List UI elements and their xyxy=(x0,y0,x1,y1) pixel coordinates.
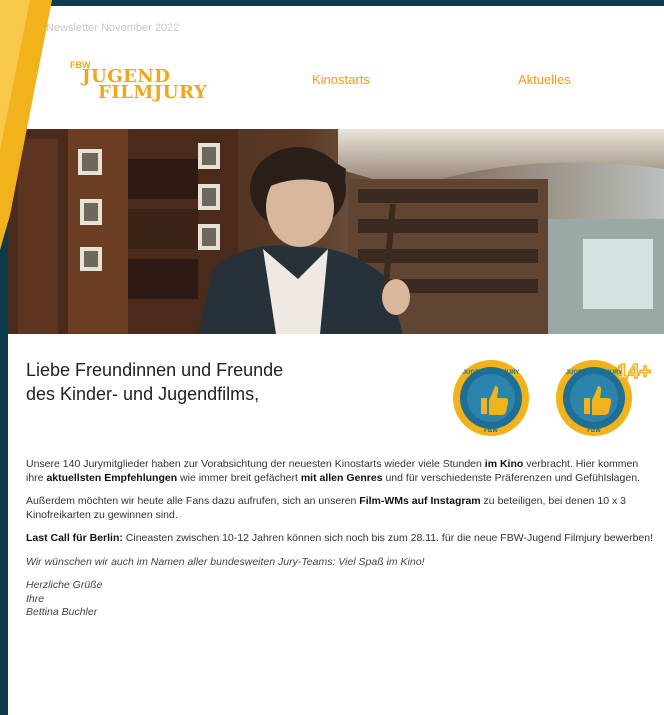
logo[interactable]: FBW JUGEND FILMJURY xyxy=(70,60,210,106)
jugend-filmjury-badge: JUGEND FILMJURY FBW xyxy=(451,358,531,438)
paragraph-wishes: Wir wünschen wir auch im Namen aller bun… xyxy=(26,555,425,568)
newsletter-body: Unsere 140 Jurymitglieder haben zur Vora… xyxy=(26,458,656,620)
thumbs-up-badge-icon: JUGEND FILMJURY FBW xyxy=(453,360,529,436)
paragraph-instagram: Außerdem möchten wir heute alle Fans daz… xyxy=(26,495,626,521)
nav-aktuelles[interactable]: Aktuelles xyxy=(518,72,571,87)
hero-image xyxy=(8,129,664,334)
preheader-text: Newsletter November 2022 xyxy=(46,22,180,34)
signoff: Herzliche Grüße Ihre Bettina Buchler xyxy=(26,579,103,618)
logo-line2: FILMJURY xyxy=(98,82,208,103)
greeting-heading: Liebe Freundinnen und Freunde des Kinder… xyxy=(26,358,283,406)
badge-ring-text: JUGEND FILMJURY xyxy=(463,370,519,376)
badge-bottom-text: FBW xyxy=(587,428,601,434)
instagram-link[interactable]: Film-WMs auf Instagram xyxy=(359,495,480,507)
jugend-filmjury-14-badge: JUGEND FILMJURY FBW 14+ xyxy=(554,358,654,438)
greeting-line1: Liebe Freundinnen und Freunde xyxy=(26,360,284,380)
badge-bottom-text: FBW xyxy=(484,428,498,434)
greeting-line2: des Kinder- und Jugendfilms, xyxy=(26,384,260,404)
newsletter-card: Newsletter November 2022 FBW JUGEND FILM… xyxy=(8,6,664,715)
email-frame: Newsletter November 2022 FBW JUGEND FILM… xyxy=(0,0,664,715)
paragraph-intro: Unsere 140 Jurymitglieder haben zur Vora… xyxy=(26,458,640,484)
paragraph-berlin: Last Call für Berlin: Cineasten zwischen… xyxy=(26,532,654,544)
thumbs-up-14-badge-icon: JUGEND FILMJURY FBW 14+ xyxy=(556,360,652,436)
badge-ring-text: JUGEND FILMJURY xyxy=(566,370,622,376)
nav-kinostarts[interactable]: Kinostarts xyxy=(312,72,370,87)
age-rating-label: 14+ xyxy=(617,361,651,383)
